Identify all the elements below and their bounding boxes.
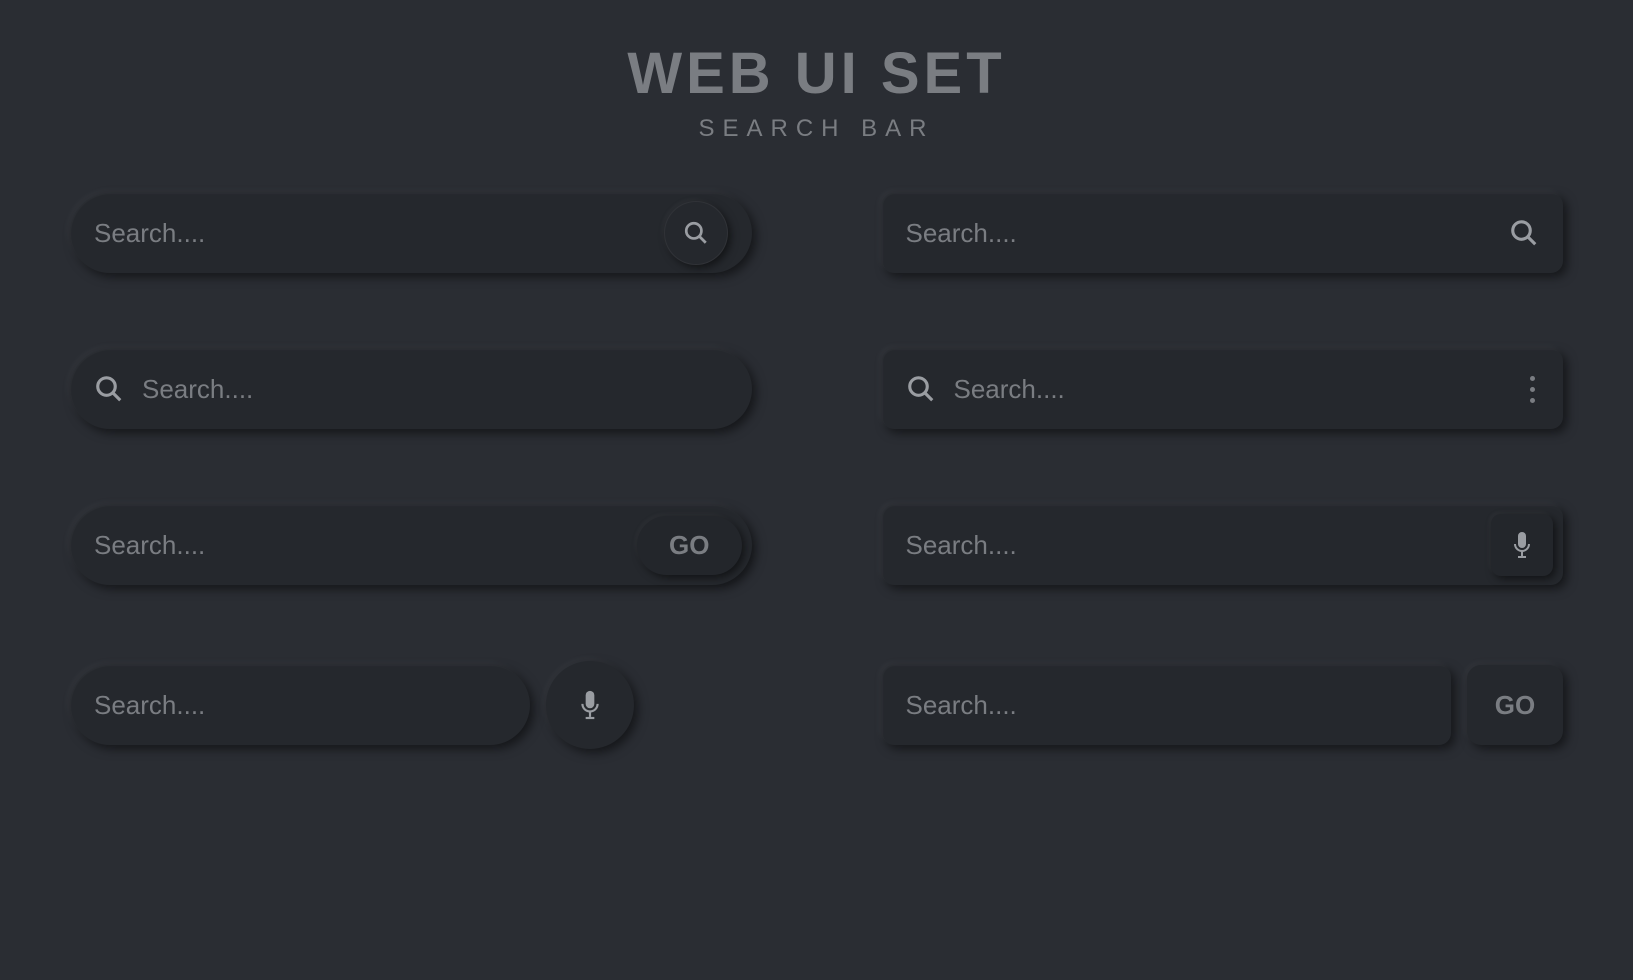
search-input[interactable]: Search.... bbox=[70, 349, 752, 429]
search-icon bbox=[683, 220, 709, 246]
search-icon bbox=[94, 374, 124, 404]
search-bar-8: Search.... GO bbox=[882, 661, 1564, 749]
search-input[interactable]: Search.... bbox=[882, 349, 1564, 429]
page-title: WEB UI SET bbox=[60, 40, 1573, 107]
voice-search-button[interactable] bbox=[1491, 514, 1553, 576]
more-options-button[interactable] bbox=[1526, 376, 1539, 403]
search-placeholder: Search.... bbox=[142, 374, 728, 405]
dots-icon bbox=[1530, 376, 1535, 381]
search-placeholder: Search.... bbox=[94, 690, 506, 721]
search-button[interactable] bbox=[664, 201, 728, 265]
search-placeholder: Search.... bbox=[906, 218, 1510, 249]
search-bar-1: Search.... bbox=[70, 193, 752, 273]
search-bar-2: Search.... bbox=[882, 193, 1564, 273]
page-subtitle: SEARCH BAR bbox=[60, 115, 1573, 143]
search-bar-6: Search.... bbox=[882, 505, 1564, 585]
search-placeholder: Search.... bbox=[954, 374, 1527, 405]
search-bar-3: Search.... bbox=[70, 349, 752, 429]
search-placeholder: Search.... bbox=[94, 218, 664, 249]
search-bar-7: Search.... bbox=[70, 661, 752, 749]
header: WEB UI SET SEARCH BAR bbox=[60, 40, 1573, 143]
voice-search-button[interactable] bbox=[546, 661, 634, 749]
search-input[interactable]: Search.... GO bbox=[70, 505, 752, 585]
search-placeholder: Search.... bbox=[906, 690, 1428, 721]
search-bar-5: Search.... GO bbox=[70, 505, 752, 585]
search-button[interactable] bbox=[1509, 218, 1539, 248]
search-placeholder: Search.... bbox=[906, 530, 1492, 561]
search-icon bbox=[1509, 218, 1539, 248]
search-input[interactable]: Search.... bbox=[882, 505, 1564, 585]
microphone-icon bbox=[1510, 530, 1534, 560]
search-input[interactable]: Search.... bbox=[882, 665, 1452, 745]
go-button[interactable]: GO bbox=[637, 516, 741, 575]
search-icon bbox=[906, 374, 936, 404]
search-bar-4: Search.... bbox=[882, 349, 1564, 429]
search-input[interactable]: Search.... bbox=[70, 193, 752, 273]
search-input[interactable]: Search.... bbox=[70, 665, 530, 745]
go-button[interactable]: GO bbox=[1467, 665, 1563, 745]
search-placeholder: Search.... bbox=[94, 530, 637, 561]
microphone-icon bbox=[577, 688, 603, 722]
search-input[interactable]: Search.... bbox=[882, 193, 1564, 273]
